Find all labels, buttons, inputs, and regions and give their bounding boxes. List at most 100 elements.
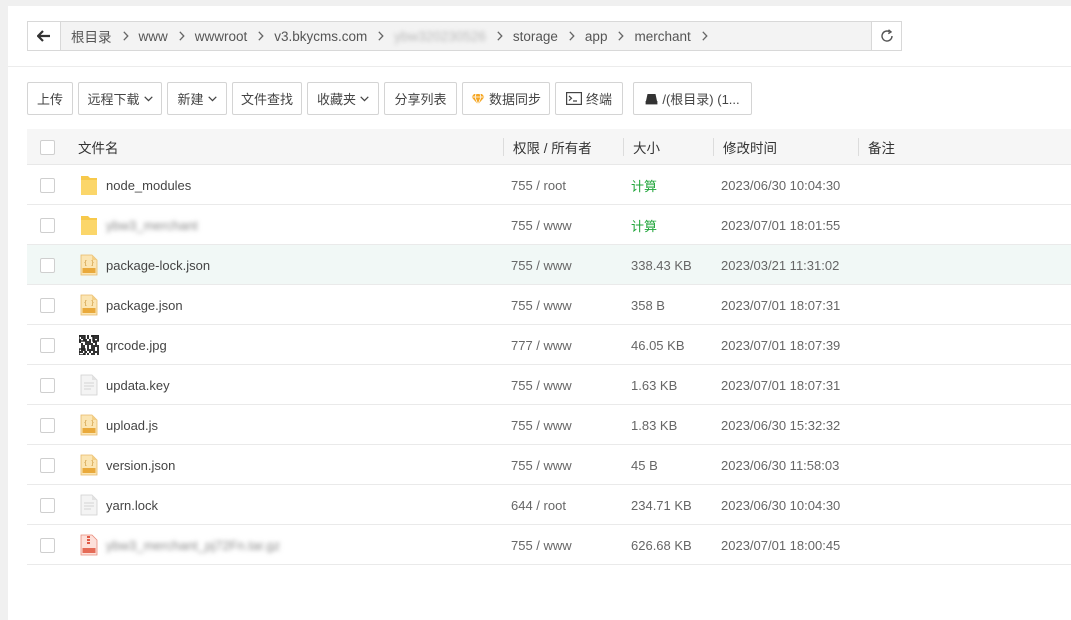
chevron-right-icon: [569, 31, 575, 41]
row-checkbox[interactable]: [40, 177, 55, 193]
table-row[interactable]: { } upload.js 755 / www 1.83 KB 2023/06/30 1…: [27, 405, 1071, 445]
table-row[interactable]: qrcode.jpg 777 / www 46.05 KB 2023/07/01 18…: [27, 325, 1071, 365]
file-permission[interactable]: 755 / www: [511, 285, 572, 325]
row-checkbox[interactable]: [40, 217, 55, 233]
new-button[interactable]: 新建: [167, 82, 227, 115]
remote-download-button[interactable]: 远程下载: [78, 82, 162, 115]
upload-label: 上传: [36, 92, 63, 107]
file-name-text: package.json: [106, 297, 183, 313]
svg-text:{ }: { }: [84, 420, 95, 427]
chevron-down-icon: [207, 95, 217, 102]
header-size[interactable]: 大小: [633, 129, 660, 165]
file-size[interactable]: 计算: [631, 205, 657, 245]
table-row[interactable]: ybw3_merchant_pj72Fn.tar.gz 755 / www 626.…: [27, 525, 1071, 565]
data-sync-button[interactable]: 数据同步: [462, 82, 550, 115]
file-permission[interactable]: 755 / www: [511, 405, 572, 445]
row-checkbox-cell: [40, 325, 55, 365]
breadcrumb-item[interactable]: 根目录: [71, 26, 112, 46]
svg-text:{ }: { }: [84, 460, 95, 467]
row-checkbox[interactable]: [40, 297, 55, 313]
header-name[interactable]: 文件名: [78, 129, 119, 165]
breadcrumb-item[interactable]: v3.bkycms.com: [274, 29, 367, 44]
table-row[interactable]: { } package.json 755 / www 358 B 2023/07/01 …: [27, 285, 1071, 325]
file-search-button[interactable]: 文件查找: [232, 82, 302, 115]
file-name[interactable]: qrcode.jpg: [106, 325, 167, 365]
file-table: 文件名 权限 / 所有者 大小 修改时间 备注 node_modules 755 …: [27, 129, 1071, 565]
breadcrumb-item[interactable]: merchant: [634, 29, 690, 44]
table-row[interactable]: updata.key 755 / www 1.63 KB 2023/07/01 18:…: [27, 365, 1071, 405]
file-name-text: qrcode.jpg: [106, 337, 167, 353]
row-checkbox[interactable]: [40, 337, 55, 353]
folder-icon: [78, 165, 100, 205]
header-mtime[interactable]: 修改时间: [723, 129, 777, 165]
terminal-icon: [565, 92, 582, 105]
disk-icon: [645, 93, 658, 104]
file-name[interactable]: package-lock.json: [106, 245, 210, 285]
file-name-text: yarn.lock: [106, 497, 159, 513]
file-permission[interactable]: 755 / www: [511, 205, 572, 245]
table-row[interactable]: { } version.json 755 / www 45 B 2023/06/30 1…: [27, 445, 1071, 485]
file-manager-panel: 根目录 www wwwroot v3.bkycms.com ybw320230526 st…: [8, 6, 1071, 620]
file-name-text: upload.js: [106, 417, 159, 433]
row-checkbox[interactable]: [40, 417, 55, 433]
breadcrumb-item[interactable]: ybw320230526: [394, 29, 486, 44]
file-permission[interactable]: 755 / www: [511, 445, 572, 485]
file-name[interactable]: version.json: [106, 445, 175, 485]
file-search-label: 文件查找: [240, 92, 293, 107]
file-name[interactable]: ybw3_merchant: [106, 205, 198, 245]
file-name[interactable]: upload.js: [106, 405, 158, 445]
row-checkbox[interactable]: [40, 537, 55, 553]
share-list-button[interactable]: 分享列表: [384, 82, 457, 115]
file-permission[interactable]: 755 / www: [511, 245, 572, 285]
breadcrumb-item[interactable]: app: [585, 29, 608, 44]
qrcode-image-icon: [78, 325, 100, 365]
file-size: 234.71 KB: [631, 497, 692, 513]
file-size[interactable]: 计算: [631, 165, 657, 205]
file-permission[interactable]: 644 / root: [511, 485, 566, 525]
file-name[interactable]: package.json: [106, 285, 183, 325]
file-name-text: updata.key: [106, 377, 170, 393]
breadcrumb-item[interactable]: www: [139, 29, 168, 44]
row-checkbox[interactable]: [40, 457, 55, 473]
terminal-button[interactable]: 终端: [555, 82, 623, 115]
file-size: 358 B: [631, 297, 665, 313]
breadcrumb-item[interactable]: wwwroot: [195, 29, 248, 44]
file-size: 1.63 KB: [631, 377, 678, 393]
file-mtime: 2023/07/01 18:00:45: [721, 537, 841, 553]
file-name[interactable]: updata.key: [106, 365, 170, 405]
row-checkbox-cell: [40, 245, 55, 285]
file-permission[interactable]: 777 / www: [511, 325, 572, 365]
back-button[interactable]: [28, 22, 61, 50]
file-permission[interactable]: 755 / root: [511, 165, 566, 205]
file-name[interactable]: ybw3_merchant_pj72Fn.tar.gz: [106, 525, 280, 565]
header-permission[interactable]: 权限 / 所有者: [513, 129, 592, 165]
header-divider: [8, 66, 1071, 67]
favorites-button[interactable]: 收藏夹: [307, 82, 379, 115]
breadcrumb-item[interactable]: storage: [513, 29, 558, 44]
row-checkbox-cell: [40, 445, 55, 485]
svg-text:{ }: { }: [84, 260, 95, 267]
chevron-down-icon: [360, 95, 369, 102]
table-body: node_modules 755 / root 计算 2023/06/30 10:04…: [27, 165, 1071, 565]
file-size: 338.43 KB: [631, 257, 692, 273]
row-checkbox[interactable]: [40, 377, 55, 393]
file-mtime: 2023/06/30 10:04:30: [721, 177, 841, 193]
table-row[interactable]: { } package-lock.json 755 / www 338.43 KB 20…: [27, 245, 1071, 285]
file-permission[interactable]: 755 / www: [511, 365, 572, 405]
disk-button[interactable]: /(根目录) (1...: [633, 82, 752, 115]
file-name[interactable]: node_modules: [106, 165, 191, 205]
file-name[interactable]: yarn.lock: [106, 485, 158, 525]
table-row[interactable]: node_modules 755 / root 计算 2023/06/30 10:04…: [27, 165, 1071, 205]
json-file-icon: { }: [78, 445, 100, 485]
refresh-button[interactable]: [871, 22, 901, 50]
row-checkbox[interactable]: [40, 257, 55, 273]
file-permission[interactable]: 755 / www: [511, 525, 572, 565]
select-all-checkbox[interactable]: [40, 139, 55, 155]
row-checkbox[interactable]: [40, 497, 55, 513]
file-name-text: ybw3_merchant_pj72Fn.tar.gz: [106, 537, 281, 553]
upload-button[interactable]: 上传: [27, 82, 73, 115]
json-file-icon: { }: [78, 245, 100, 285]
table-row[interactable]: ybw3_merchant 755 / www 计算 2023/07/01 18:01…: [27, 205, 1071, 245]
header-remark: 备注: [868, 141, 895, 156]
table-row[interactable]: yarn.lock 644 / root 234.71 KB 2023/06/30 1…: [27, 485, 1071, 525]
